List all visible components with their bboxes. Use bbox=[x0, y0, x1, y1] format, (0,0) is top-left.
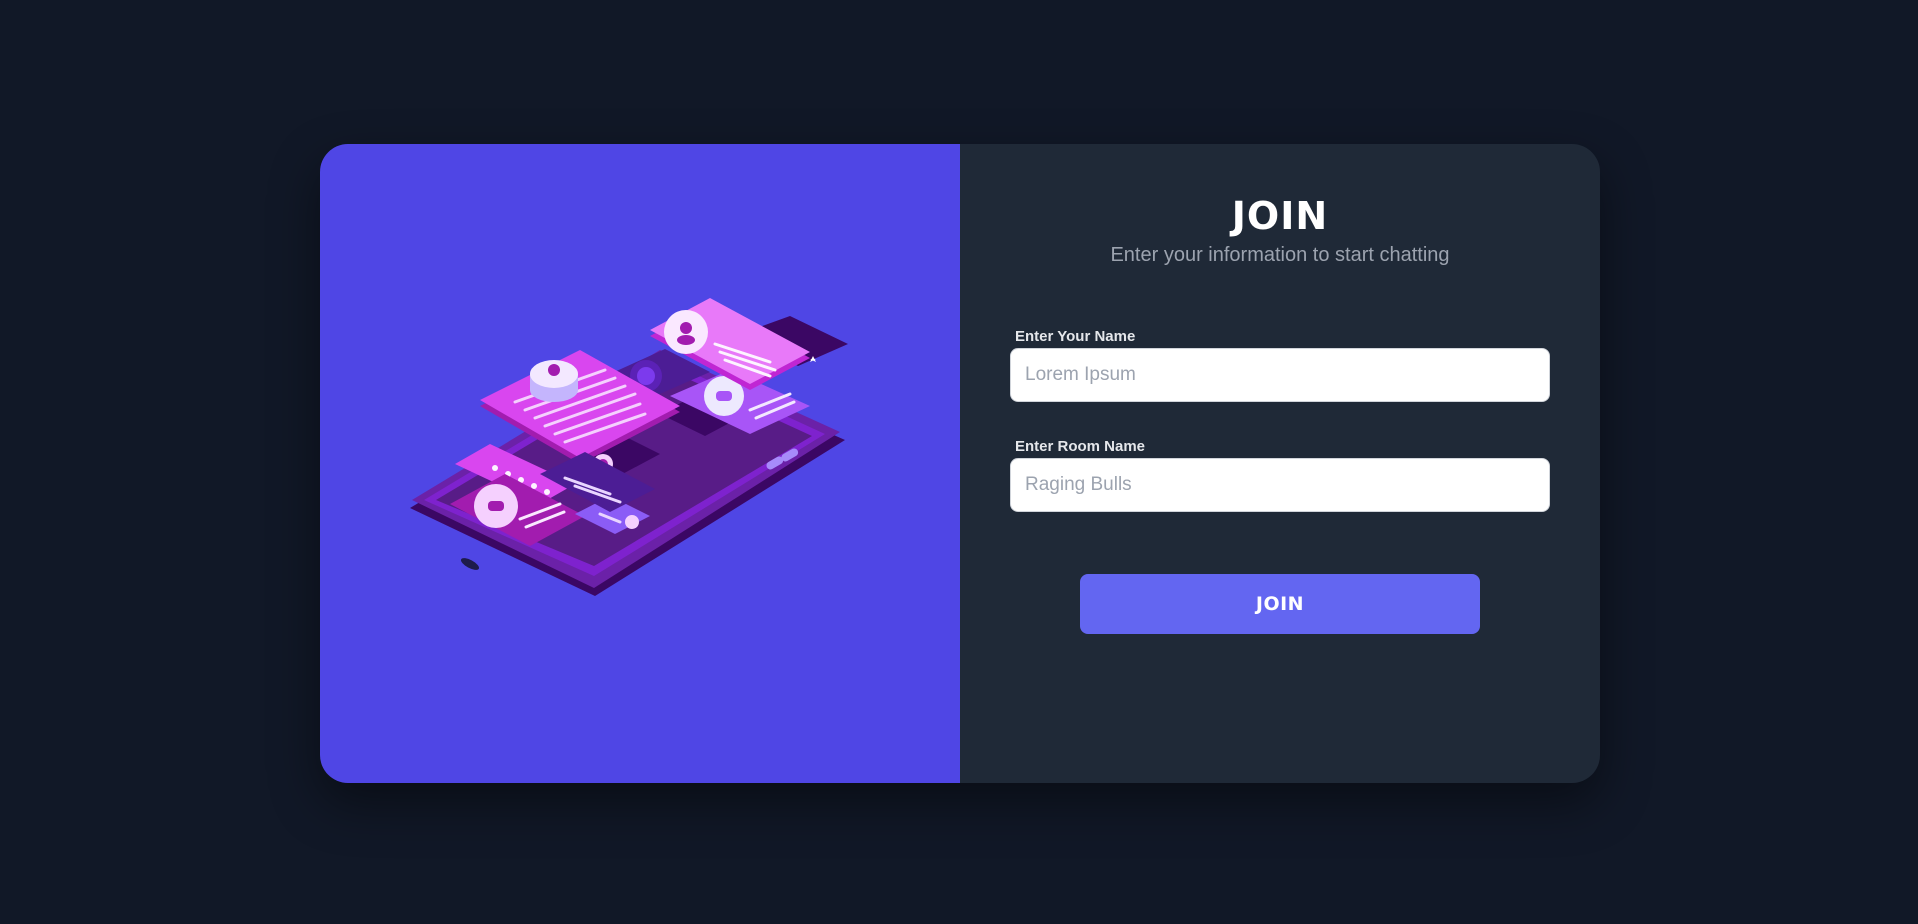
room-label: Enter Room Name bbox=[1015, 438, 1146, 455]
join-button[interactable]: JOIN bbox=[1080, 574, 1480, 634]
room-input[interactable] bbox=[1010, 458, 1550, 512]
form-title: JOIN bbox=[1231, 194, 1329, 238]
user-avatar-icon bbox=[530, 360, 578, 402]
form-subtitle: Enter your information to start chatting bbox=[1110, 244, 1450, 266]
name-label: Enter Your Name bbox=[1015, 328, 1136, 345]
name-input[interactable] bbox=[1010, 348, 1550, 402]
phone-chat-illustration bbox=[410, 298, 848, 596]
join-form-panel: JOIN Enter your information to start cha… bbox=[960, 144, 1600, 783]
illustration-panel bbox=[320, 144, 960, 783]
join-card: JOIN Enter your information to start cha… bbox=[320, 144, 1600, 783]
